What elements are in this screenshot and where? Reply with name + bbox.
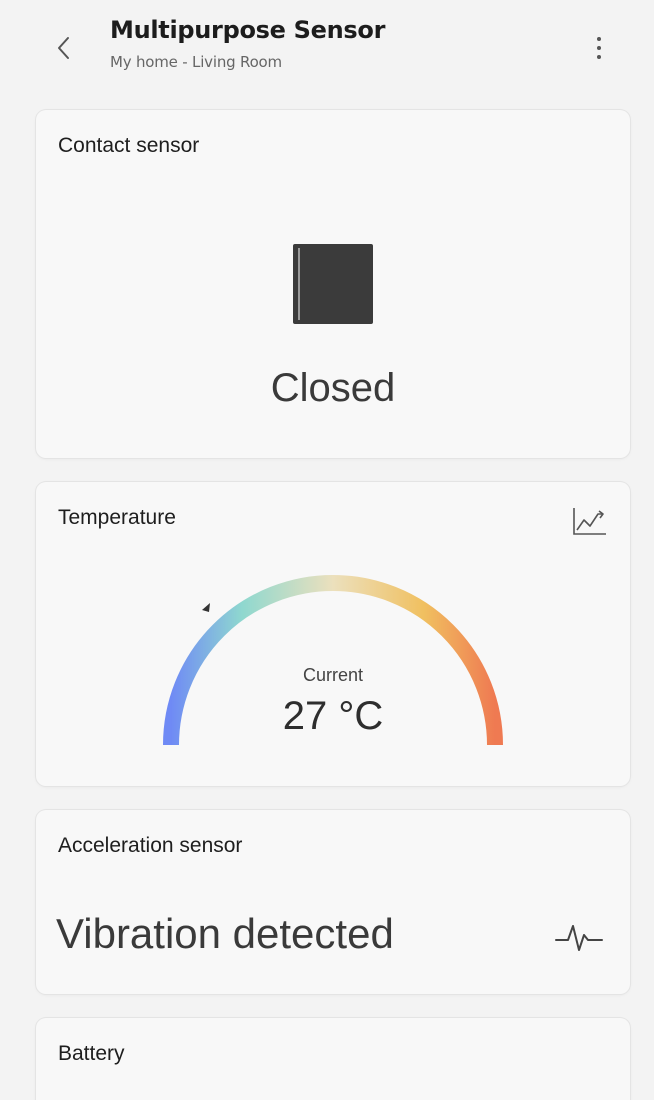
contact-sensor-title: Contact sensor (58, 134, 200, 157)
device-detail-page: Multipurpose Sensor My home - Living Roo… (0, 0, 654, 1100)
acceleration-state: Vibration detected (56, 910, 394, 957)
more-dot (597, 55, 601, 59)
battery-card[interactable]: Battery (36, 1018, 630, 1100)
page-subtitle: My home - Living Room (110, 53, 282, 71)
battery-title: Battery (58, 1042, 125, 1065)
acceleration-sensor-card[interactable]: Acceleration sensor Vibration detected (36, 810, 630, 994)
more-options-button[interactable] (582, 28, 616, 68)
vibration-pulse-icon (555, 925, 603, 951)
vibration-history-button[interactable] (554, 918, 606, 958)
contact-sensor-card[interactable]: Contact sensor Closed (36, 110, 630, 458)
temperature-card[interactable]: Temperature Current 27 °C (36, 482, 630, 786)
back-button[interactable] (44, 28, 84, 68)
temperature-title: Temperature (58, 506, 176, 529)
more-vertical-icon (597, 37, 601, 41)
page-title: Multipurpose Sensor (110, 16, 386, 44)
gauge-indicator-icon (202, 603, 210, 612)
door-closed-icon (293, 244, 373, 324)
temperature-value: 27 °C (282, 694, 384, 738)
temperature-history-button[interactable] (570, 504, 610, 540)
app-header: Multipurpose Sensor My home - Living Roo… (0, 0, 654, 92)
contact-state: Closed (270, 366, 396, 410)
chevron-left-icon (58, 37, 69, 59)
trend-chart-icon (573, 508, 606, 535)
more-dot (597, 46, 601, 50)
temperature-label: Current (302, 665, 364, 685)
acceleration-sensor-title: Acceleration sensor (58, 834, 243, 857)
